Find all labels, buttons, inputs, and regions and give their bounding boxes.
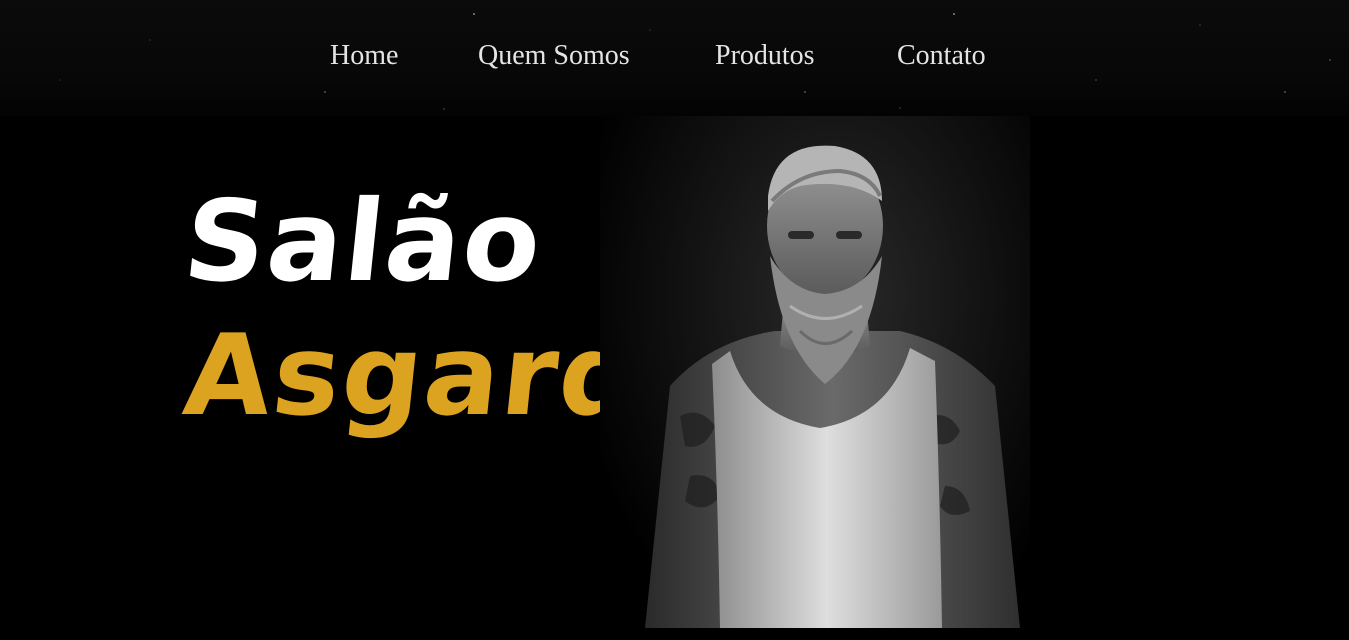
nav-item-contato[interactable]: Contato (897, 37, 986, 75)
main-nav: Home Quem Somos Produtos Contato (0, 37, 1349, 77)
hero-title-line-1: Salão (178, 177, 549, 307)
hero-portrait-image (600, 116, 1030, 628)
bearded-man-photo-icon (645, 145, 1020, 628)
hero-title: Salão Asgard (178, 175, 648, 443)
hero-title-line-2: Asgard (178, 311, 649, 441)
nav-item-home[interactable]: Home (330, 37, 398, 75)
nav-item-produtos[interactable]: Produtos (715, 37, 815, 75)
nav-item-quem-somos[interactable]: Quem Somos (478, 37, 630, 75)
page: Home Quem Somos Produtos Contato Salão A… (0, 0, 1349, 640)
